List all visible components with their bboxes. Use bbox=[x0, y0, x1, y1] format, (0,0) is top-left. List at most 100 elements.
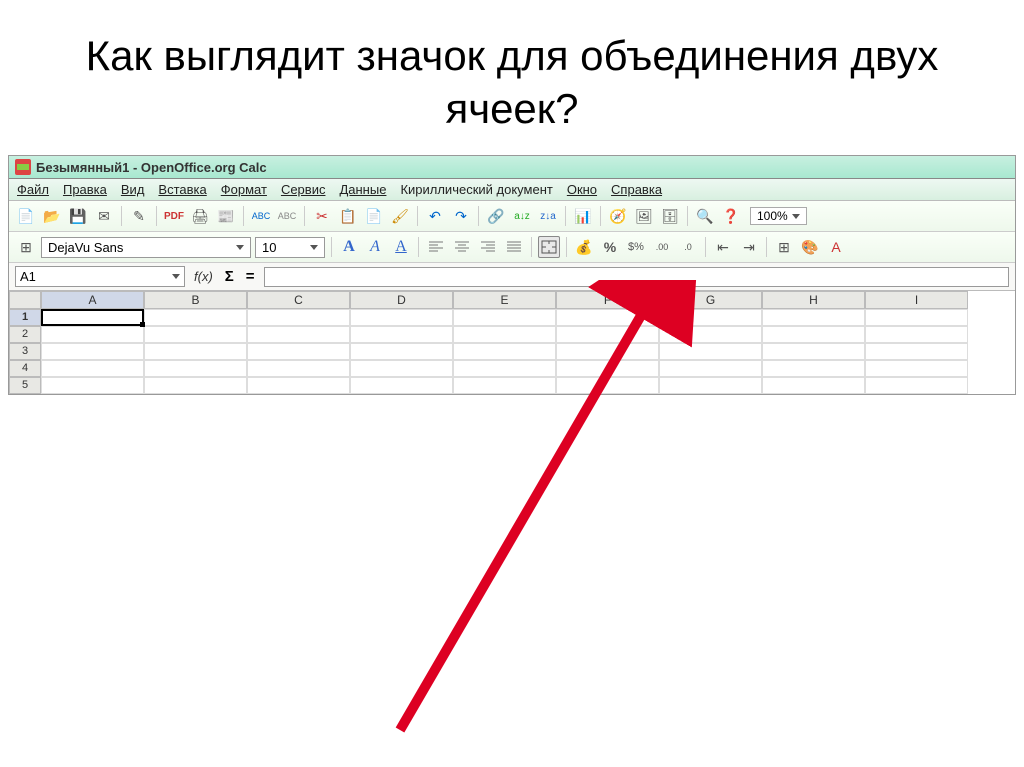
cell[interactable] bbox=[41, 326, 144, 343]
cell[interactable] bbox=[762, 326, 865, 343]
align-center-icon[interactable] bbox=[451, 236, 473, 258]
cell[interactable] bbox=[556, 309, 659, 326]
cut-icon[interactable]: ✂ bbox=[311, 205, 333, 227]
cell[interactable] bbox=[144, 343, 247, 360]
justify-icon[interactable] bbox=[503, 236, 525, 258]
help-icon[interactable]: ❓ bbox=[720, 205, 742, 227]
underline-icon[interactable]: A bbox=[390, 236, 412, 258]
hyperlink-icon[interactable]: 🔗 bbox=[485, 205, 507, 227]
cell[interactable] bbox=[762, 377, 865, 394]
row-header[interactable]: 2 bbox=[9, 326, 41, 343]
sum-icon[interactable]: Σ bbox=[222, 268, 237, 285]
currency-icon[interactable]: 💰 bbox=[573, 236, 595, 258]
menu-cyrillic[interactable]: Кириллический документ bbox=[400, 182, 552, 197]
cell[interactable] bbox=[350, 326, 453, 343]
align-right-icon[interactable] bbox=[477, 236, 499, 258]
chart-icon[interactable]: 📊 bbox=[572, 205, 594, 227]
cell[interactable] bbox=[453, 343, 556, 360]
align-left-icon[interactable] bbox=[425, 236, 447, 258]
spreadsheet-grid[interactable]: ABCDEFGHI12345 bbox=[9, 291, 1015, 394]
col-header[interactable]: D bbox=[350, 291, 453, 309]
gallery-icon[interactable]: 🖼 bbox=[633, 205, 655, 227]
cell[interactable] bbox=[659, 309, 762, 326]
menu-insert[interactable]: Вставка bbox=[158, 182, 206, 197]
menu-help[interactable]: Справка bbox=[611, 182, 662, 197]
cell[interactable] bbox=[556, 377, 659, 394]
bgcolor-icon[interactable]: 🎨 bbox=[799, 236, 821, 258]
money-icon[interactable]: $% bbox=[625, 236, 647, 258]
spellcheck-on-icon[interactable]: ABC bbox=[250, 205, 272, 227]
cell[interactable] bbox=[556, 360, 659, 377]
sort-asc-icon[interactable]: a↓z bbox=[511, 205, 533, 227]
cell[interactable] bbox=[144, 326, 247, 343]
paste-icon[interactable]: 📄 bbox=[363, 205, 385, 227]
border-icon[interactable]: ⊞ bbox=[773, 236, 795, 258]
row-header[interactable]: 1 bbox=[9, 309, 41, 326]
remove-decimal-icon[interactable]: .0 bbox=[677, 236, 699, 258]
name-box[interactable]: A1 bbox=[15, 266, 185, 287]
zoom-select[interactable]: 100% bbox=[750, 207, 807, 225]
cell[interactable] bbox=[865, 326, 968, 343]
copy-icon[interactable]: 📋 bbox=[337, 205, 359, 227]
col-header[interactable]: I bbox=[865, 291, 968, 309]
percent-icon[interactable]: % bbox=[599, 236, 621, 258]
zoom-icon[interactable]: 🔍 bbox=[694, 205, 716, 227]
redo-icon[interactable]: ↷ bbox=[450, 205, 472, 227]
col-header[interactable]: H bbox=[762, 291, 865, 309]
cell[interactable] bbox=[453, 360, 556, 377]
formula-input[interactable] bbox=[264, 267, 1009, 287]
pdf-icon[interactable]: PDF bbox=[163, 205, 185, 227]
cell[interactable] bbox=[144, 309, 247, 326]
navigator-icon[interactable]: 🧭 bbox=[607, 205, 629, 227]
font-name-select[interactable]: DejaVu Sans bbox=[41, 237, 251, 258]
cell[interactable] bbox=[556, 326, 659, 343]
cell[interactable] bbox=[556, 343, 659, 360]
col-header[interactable]: C bbox=[247, 291, 350, 309]
sort-desc-icon[interactable]: z↓a bbox=[537, 205, 559, 227]
preview-icon[interactable]: 📰 bbox=[215, 205, 237, 227]
cell[interactable] bbox=[41, 309, 144, 326]
undo-icon[interactable]: ↶ bbox=[424, 205, 446, 227]
cell[interactable] bbox=[41, 360, 144, 377]
equals-icon[interactable]: = bbox=[243, 268, 258, 285]
cell[interactable] bbox=[659, 360, 762, 377]
email-icon[interactable]: ✉ bbox=[93, 205, 115, 227]
new-doc-icon[interactable]: 📄 bbox=[15, 205, 37, 227]
menu-view[interactable]: Вид bbox=[121, 182, 145, 197]
menu-file[interactable]: Файл bbox=[17, 182, 49, 197]
fontcolor-icon[interactable]: A bbox=[825, 236, 847, 258]
col-header[interactable]: E bbox=[453, 291, 556, 309]
col-header[interactable]: A bbox=[41, 291, 144, 309]
cell[interactable] bbox=[41, 343, 144, 360]
bold-icon[interactable]: A bbox=[338, 236, 360, 258]
menu-edit[interactable]: Правка bbox=[63, 182, 107, 197]
cell[interactable] bbox=[350, 309, 453, 326]
cell[interactable] bbox=[247, 377, 350, 394]
cell[interactable] bbox=[41, 377, 144, 394]
cell[interactable] bbox=[762, 343, 865, 360]
cell[interactable] bbox=[453, 309, 556, 326]
cell[interactable] bbox=[659, 326, 762, 343]
print-icon[interactable]: 🖨 bbox=[189, 205, 211, 227]
open-icon[interactable]: 📂 bbox=[41, 205, 63, 227]
increase-indent-icon[interactable]: ⇥ bbox=[738, 236, 760, 258]
grid-corner[interactable] bbox=[9, 291, 41, 309]
cell[interactable] bbox=[659, 343, 762, 360]
cell[interactable] bbox=[762, 360, 865, 377]
spellcheck-off-icon[interactable]: ABC bbox=[276, 205, 298, 227]
menu-data[interactable]: Данные bbox=[339, 182, 386, 197]
format-paint-icon[interactable]: 🖌 bbox=[389, 205, 411, 227]
add-decimal-icon[interactable]: .00 bbox=[651, 236, 673, 258]
decrease-indent-icon[interactable]: ⇤ bbox=[712, 236, 734, 258]
row-header[interactable]: 3 bbox=[9, 343, 41, 360]
italic-icon[interactable]: A bbox=[364, 236, 386, 258]
cell[interactable] bbox=[350, 377, 453, 394]
cell[interactable] bbox=[865, 360, 968, 377]
datasource-icon[interactable]: 🗄 bbox=[659, 205, 681, 227]
cell[interactable] bbox=[247, 326, 350, 343]
font-size-select[interactable]: 10 bbox=[255, 237, 325, 258]
function-wizard-icon[interactable]: f(x) bbox=[191, 269, 216, 284]
cell[interactable] bbox=[247, 309, 350, 326]
cell[interactable] bbox=[865, 343, 968, 360]
cell[interactable] bbox=[453, 326, 556, 343]
